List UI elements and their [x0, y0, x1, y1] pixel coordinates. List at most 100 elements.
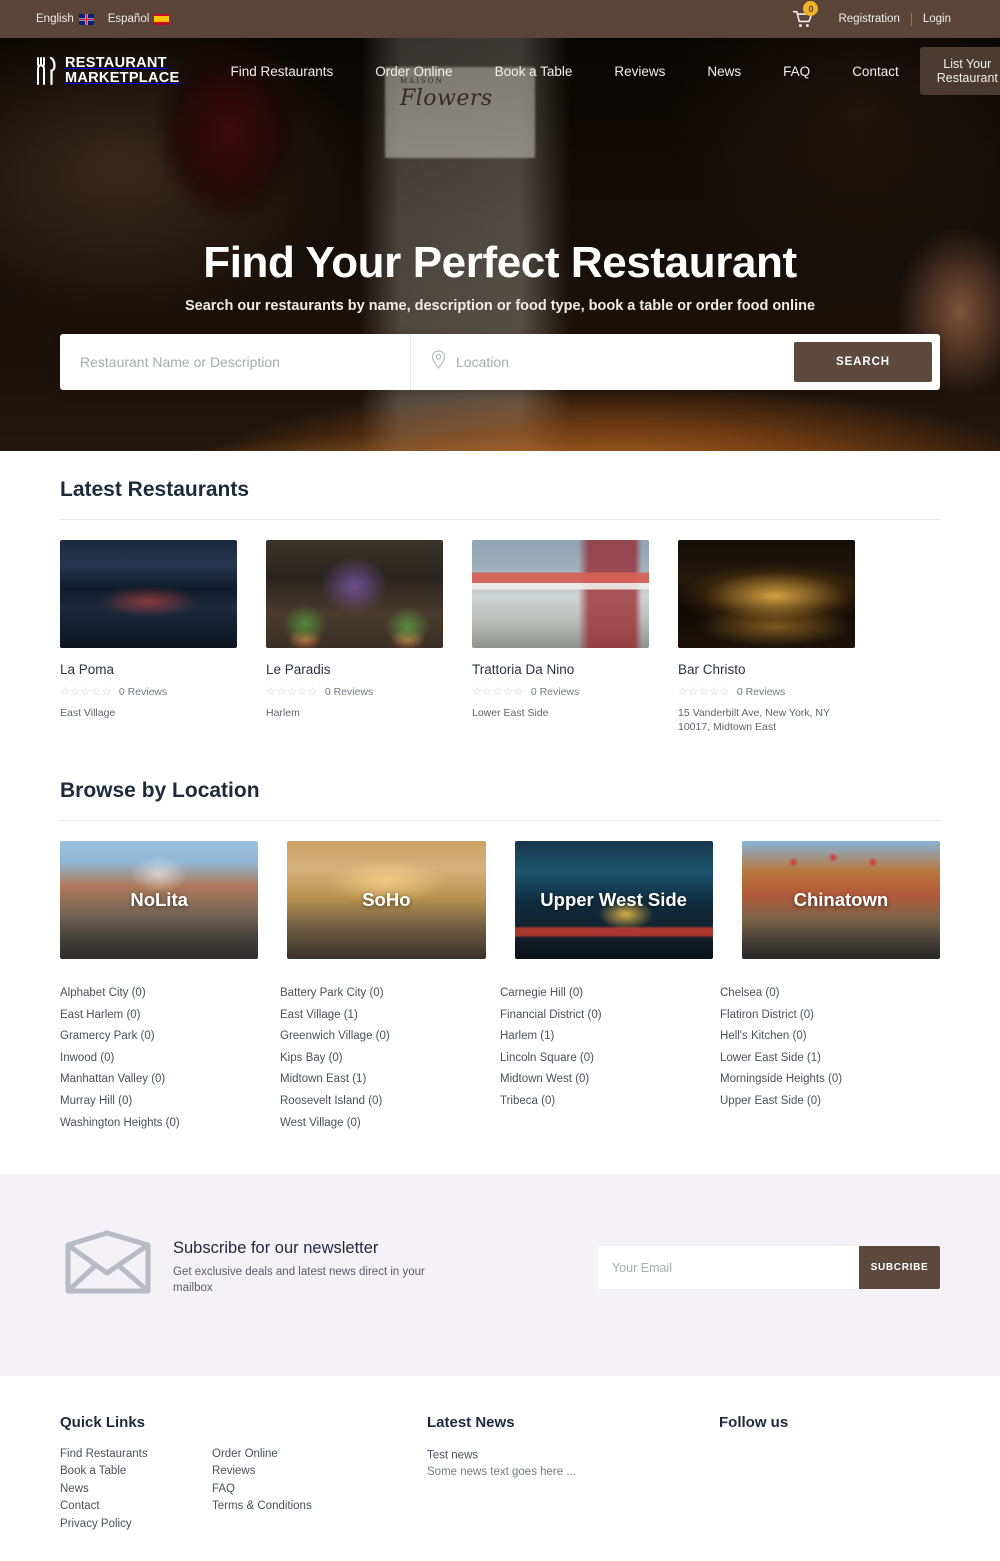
location-card-chinatown[interactable]: Chinatown	[741, 841, 940, 959]
nav-item-news[interactable]: News	[686, 64, 762, 79]
footer-link-privacy-policy[interactable]: Privacy Policy	[60, 1515, 212, 1533]
restaurant-location: 15 Vanderbilt Ave, New York, NY 10017, M…	[678, 707, 830, 733]
newsletter-inner: Subscribe for our newsletter Get exclusi…	[60, 1229, 940, 1306]
location-link[interactable]: East Harlem (0)	[60, 1005, 259, 1027]
newsletter-section: Subscribe for our newsletter Get exclusi…	[0, 1174, 1000, 1377]
location-link[interactable]: Chelsea (0)	[720, 983, 919, 1005]
footer-news-title[interactable]: Test news	[427, 1448, 478, 1463]
restaurant-card[interactable]: Le Paradis ☆☆☆☆☆ 0 Reviews Harlem	[266, 540, 443, 734]
newsletter-subscribe-button[interactable]: SUBCRIBE	[859, 1246, 940, 1290]
location-link[interactable]: Harlem (1)	[500, 1026, 699, 1048]
newsletter-text: Get exclusive deals and latest news dire…	[173, 1266, 425, 1295]
latest-restaurants-title: Latest Restaurants	[60, 478, 940, 520]
location-card-nolita[interactable]: NoLita	[60, 841, 259, 959]
footer-link-contact[interactable]: Contact	[60, 1498, 212, 1516]
location-link[interactable]: Gramercy Park (0)	[60, 1026, 259, 1048]
restaurant-photo-la-poma[interactable]	[60, 540, 237, 648]
location-link[interactable]: Greenwich Village (0)	[280, 1026, 479, 1048]
search-name-input[interactable]	[80, 354, 390, 370]
review-count: 0 Reviews	[736, 685, 786, 698]
footer-follow-us: Follow us	[719, 1414, 940, 1533]
nav-item-contact[interactable]: Contact	[831, 64, 920, 79]
login-link[interactable]: Login	[912, 13, 962, 25]
location-link[interactable]: Lincoln Square (0)	[500, 1048, 699, 1070]
site-logo[interactable]: RESTAURANT MARKETPLACE	[36, 56, 179, 86]
nav-item-reviews[interactable]: Reviews	[593, 64, 686, 79]
spain-flag-icon	[154, 13, 170, 25]
location-link[interactable]: Battery Park City (0)	[280, 983, 479, 1005]
location-card-label: Chinatown	[793, 889, 889, 910]
footer-link-news[interactable]: News	[60, 1480, 212, 1498]
restaurant-rating: ☆☆☆☆☆ 0 Reviews	[266, 685, 443, 699]
language-label: Español	[107, 13, 150, 25]
language-label: English	[36, 13, 74, 25]
location-link[interactable]: Midtown East (1)	[280, 1069, 479, 1091]
location-link[interactable]: East Village (1)	[280, 1005, 479, 1027]
footer-link-book-a-table[interactable]: Book a Table	[60, 1463, 212, 1481]
search-name-field	[60, 334, 411, 390]
search-location-field	[411, 334, 786, 390]
location-card-label: NoLita	[130, 889, 188, 910]
footer-latest-news-title: Latest News	[427, 1414, 515, 1432]
footer-link-find-restaurants[interactable]: Find Restaurants	[60, 1445, 212, 1463]
footer-quick-links: Quick Links Find Restaurants Book a Tabl…	[60, 1414, 427, 1533]
restaurant-location: East Village	[60, 707, 116, 719]
quick-links-column-1: Find Restaurants Book a Table News Conta…	[60, 1445, 212, 1533]
restaurant-photo-bar-christo[interactable]	[678, 540, 855, 648]
footer-quick-links-title: Quick Links	[60, 1414, 146, 1432]
location-card-upper-west-side[interactable]: Upper West Side	[514, 841, 713, 959]
location-link[interactable]: Washington Heights (0)	[60, 1113, 259, 1135]
footer-link-faq[interactable]: FAQ	[212, 1480, 312, 1498]
location-link[interactable]: Murray Hill (0)	[60, 1091, 259, 1113]
restaurant-card[interactable]: Bar Christo ☆☆☆☆☆ 0 Reviews 15 Vanderbil…	[678, 540, 855, 734]
top-bar-actions: 0 Registration Login	[792, 1, 962, 28]
restaurant-photo-trattoria-da-nino[interactable]	[472, 540, 649, 648]
nav-item-find-restaurants[interactable]: Find Restaurants	[209, 64, 354, 79]
location-link[interactable]: Kips Bay (0)	[280, 1048, 479, 1070]
footer-follow-us-title: Follow us	[719, 1414, 789, 1432]
location-link[interactable]: Lower East Side (1)	[720, 1048, 919, 1070]
restaurant-rating: ☆☆☆☆☆ 0 Reviews	[472, 685, 649, 699]
restaurant-photo-le-paradis[interactable]	[266, 540, 443, 648]
location-card-soho[interactable]: SoHo	[287, 841, 486, 959]
location-link[interactable]: Inwood (0)	[60, 1048, 259, 1070]
location-column: Battery Park City (0) East Village (1) G…	[280, 983, 479, 1134]
location-link[interactable]: Tribeca (0)	[500, 1091, 699, 1113]
location-link[interactable]: Hell's Kitchen (0)	[720, 1026, 919, 1048]
list-your-restaurant-button[interactable]: List Your Restaurant	[919, 47, 1000, 95]
location-link[interactable]: Financial District (0)	[500, 1005, 699, 1027]
newsletter-form: SUBCRIBE	[598, 1246, 940, 1290]
nav-item-faq[interactable]: FAQ	[762, 64, 831, 79]
restaurant-card[interactable]: Trattoria Da Nino ☆☆☆☆☆ 0 Reviews Lower …	[472, 540, 649, 734]
footer-link-order-online[interactable]: Order Online	[212, 1445, 312, 1463]
nav-item-book-a-table[interactable]: Book a Table	[474, 64, 594, 79]
location-link[interactable]: West Village (0)	[280, 1113, 479, 1135]
location-link[interactable]: Manhattan Valley (0)	[60, 1069, 259, 1091]
location-link[interactable]: Morningside Heights (0)	[720, 1069, 919, 1091]
location-card-label: SoHo	[362, 889, 411, 910]
footer-link-reviews[interactable]: Reviews	[212, 1463, 312, 1481]
location-link[interactable]: Carnegie Hill (0)	[500, 983, 699, 1005]
location-link[interactable]: Midtown West (0)	[500, 1069, 699, 1091]
location-link[interactable]: Upper East Side (0)	[720, 1091, 919, 1113]
location-link[interactable]: Roosevelt Island (0)	[280, 1091, 479, 1113]
registration-link[interactable]: Registration	[827, 13, 910, 25]
quick-links-column-2: Order Online Reviews FAQ Terms & Conditi…	[212, 1445, 312, 1533]
footer-link-terms-conditions[interactable]: Terms & Conditions	[212, 1498, 312, 1516]
location-link[interactable]: Flatiron District (0)	[720, 1005, 919, 1027]
newsletter-email-input[interactable]	[598, 1246, 859, 1290]
language-option-espanol[interactable]: Español	[108, 13, 170, 25]
restaurant-location: Harlem	[266, 707, 300, 719]
fork-knife-icon	[36, 56, 56, 86]
location-link[interactable]: Alphabet City (0)	[60, 983, 259, 1005]
search-location-input[interactable]	[456, 354, 766, 370]
restaurant-card[interactable]: La Poma ☆☆☆☆☆ 0 Reviews East Village	[60, 540, 237, 734]
restaurant-name: Le Paradis	[266, 662, 331, 677]
search-button[interactable]: SEARCH	[794, 342, 932, 382]
nav-links: Find Restaurants Order Online Book a Tab…	[209, 64, 919, 79]
nav-item-order-online[interactable]: Order Online	[354, 64, 473, 79]
review-count: 0 Reviews	[324, 685, 374, 698]
cart-button[interactable]: 0	[792, 1, 819, 28]
logo-line-1: RESTAURANT	[65, 55, 167, 71]
language-option-english[interactable]: English	[36, 13, 94, 25]
